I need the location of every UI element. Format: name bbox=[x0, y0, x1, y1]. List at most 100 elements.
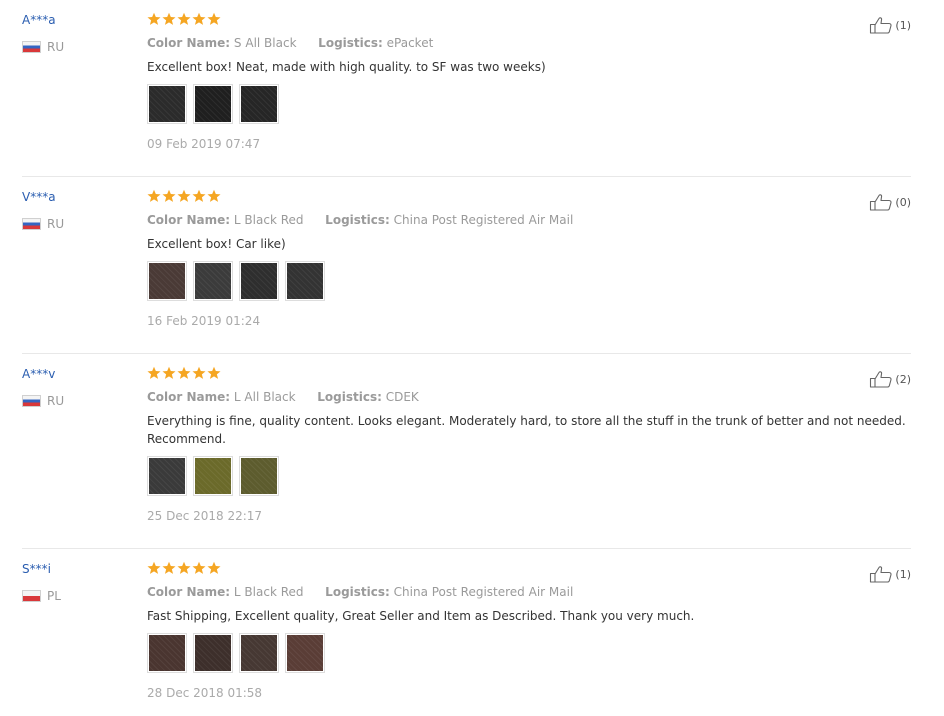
review-photo-thumbnail[interactable] bbox=[147, 456, 187, 496]
review-photos bbox=[147, 84, 907, 124]
thumbs-up-icon bbox=[869, 16, 893, 34]
product-photo bbox=[149, 458, 185, 494]
helpful-button[interactable]: (1) bbox=[869, 16, 911, 34]
helpful-button[interactable]: (2) bbox=[869, 370, 911, 388]
star-icon bbox=[192, 12, 206, 25]
reviewer-name[interactable]: V***a bbox=[22, 190, 56, 204]
thumbs-up-icon bbox=[869, 565, 893, 583]
star-icon bbox=[162, 189, 176, 202]
review-photos bbox=[147, 456, 907, 496]
star-icon bbox=[177, 12, 191, 25]
star-icon bbox=[162, 366, 176, 379]
star-icon bbox=[207, 561, 221, 574]
product-photo bbox=[195, 458, 231, 494]
russia-flag-icon bbox=[22, 218, 41, 230]
review-photo-thumbnail[interactable] bbox=[193, 261, 233, 301]
thumbs-up-icon bbox=[869, 370, 893, 388]
color-name-label: Color Name: bbox=[147, 36, 231, 50]
star-icon bbox=[207, 366, 221, 379]
helpful-count: (1) bbox=[895, 567, 911, 581]
product-photo bbox=[149, 86, 185, 122]
review-text: Fast Shipping, Excellent quality, Great … bbox=[147, 609, 695, 623]
star-icon bbox=[207, 189, 221, 202]
logistics-label: Logistics: bbox=[325, 585, 390, 599]
reviewer-name[interactable]: S***i bbox=[22, 562, 51, 576]
russia-flag-icon bbox=[22, 41, 41, 53]
star-icon bbox=[177, 561, 191, 574]
review-body: Color Name: S All Black Logistics: ePack… bbox=[147, 12, 907, 151]
review-photo-thumbnail[interactable] bbox=[147, 633, 187, 673]
review-photo-thumbnail[interactable] bbox=[193, 84, 233, 124]
helpful-count: (0) bbox=[895, 195, 911, 209]
review-photo-thumbnail[interactable] bbox=[147, 84, 187, 124]
reviewer-country: RU bbox=[22, 217, 64, 231]
russia-flag-icon bbox=[22, 395, 41, 407]
review-photo-thumbnail[interactable] bbox=[285, 261, 325, 301]
review-body: Color Name: L Black Red Logistics: China… bbox=[147, 561, 907, 700]
review-photo-thumbnail[interactable] bbox=[239, 261, 279, 301]
reviewer-name[interactable]: A***v bbox=[22, 367, 55, 381]
order-info: Color Name: L All Black Logistics: CDEK bbox=[147, 390, 907, 404]
review-photo-thumbnail[interactable] bbox=[193, 633, 233, 673]
review-photo-thumbnail[interactable] bbox=[239, 633, 279, 673]
logistics-value: China Post Registered Air Mail bbox=[393, 585, 574, 599]
review-item: A***a RU Color Name: S All Black Logisti… bbox=[22, 0, 911, 177]
logistics-value: ePacket bbox=[386, 36, 434, 50]
helpful-count: (1) bbox=[895, 18, 911, 32]
review-photos bbox=[147, 261, 907, 301]
star-icon bbox=[177, 366, 191, 379]
review-text: Excellent box! Car like) bbox=[147, 237, 286, 251]
country-code: RU bbox=[47, 394, 65, 408]
star-icon bbox=[177, 189, 191, 202]
review-photo-thumbnail[interactable] bbox=[147, 261, 187, 301]
helpful-button[interactable]: (0) bbox=[869, 193, 911, 211]
helpful-count: (2) bbox=[895, 372, 911, 386]
star-icon bbox=[147, 189, 161, 202]
review-date: 16 Feb 2019 01:24 bbox=[147, 314, 261, 328]
product-photo bbox=[287, 635, 323, 671]
star-rating bbox=[147, 12, 907, 28]
reviewer-country: RU bbox=[22, 394, 64, 408]
review-photo-thumbnail[interactable] bbox=[285, 633, 325, 673]
star-rating bbox=[147, 366, 907, 382]
reviewer-country: RU bbox=[22, 40, 64, 54]
product-photo bbox=[195, 263, 231, 299]
color-name-label: Color Name: bbox=[147, 213, 231, 227]
product-photo bbox=[195, 86, 231, 122]
country-code: RU bbox=[47, 217, 65, 231]
color-name-value: L All Black bbox=[233, 390, 296, 404]
product-photo bbox=[149, 635, 185, 671]
review-photos bbox=[147, 633, 907, 673]
review-text: Everything is fine, quality content. Loo… bbox=[147, 414, 906, 446]
product-photo bbox=[149, 263, 185, 299]
review-date: 09 Feb 2019 07:47 bbox=[147, 137, 261, 151]
star-icon bbox=[192, 366, 206, 379]
logistics-label: Logistics: bbox=[325, 213, 390, 227]
color-name-value: L Black Red bbox=[233, 585, 304, 599]
star-icon bbox=[207, 12, 221, 25]
helpful-button[interactable]: (1) bbox=[869, 565, 911, 583]
review-photo-thumbnail[interactable] bbox=[193, 456, 233, 496]
review-date: 25 Dec 2018 22:17 bbox=[147, 509, 263, 523]
color-name-value: L Black Red bbox=[233, 213, 304, 227]
country-code: PL bbox=[47, 589, 61, 603]
product-photo bbox=[241, 458, 277, 494]
review-photo-thumbnail[interactable] bbox=[239, 456, 279, 496]
review-item: A***v RU Color Name: L All Black Logisti… bbox=[22, 354, 911, 549]
star-icon bbox=[162, 12, 176, 25]
logistics-label: Logistics: bbox=[318, 36, 383, 50]
review-text: Excellent box! Neat, made with high qual… bbox=[147, 60, 546, 74]
star-icon bbox=[147, 366, 161, 379]
country-code: RU bbox=[47, 40, 65, 54]
reviewer-name[interactable]: A***a bbox=[22, 13, 56, 27]
reviewer-country: PL bbox=[22, 589, 61, 603]
product-photo bbox=[241, 263, 277, 299]
logistics-value: CDEK bbox=[385, 390, 419, 404]
order-info: Color Name: S All Black Logistics: ePack… bbox=[147, 36, 907, 50]
product-photo bbox=[241, 635, 277, 671]
product-photo bbox=[241, 86, 277, 122]
order-info: Color Name: L Black Red Logistics: China… bbox=[147, 213, 907, 227]
review-photo-thumbnail[interactable] bbox=[239, 84, 279, 124]
review-item: V***a RU Color Name: L Black Red Logisti… bbox=[22, 177, 911, 354]
color-name-label: Color Name: bbox=[147, 390, 231, 404]
